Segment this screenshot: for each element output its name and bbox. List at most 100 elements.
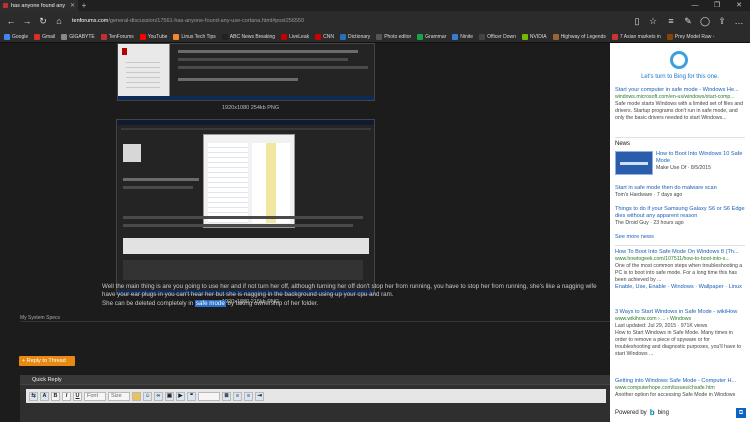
favorite-item[interactable]: YouTube	[139, 33, 167, 40]
news-item[interactable]: Start in safe mode then do malware scan …	[615, 185, 745, 199]
highlighted-search-term: safe mode	[194, 300, 226, 307]
editor-area	[123, 238, 369, 254]
search-result[interactable]: How To Boot Into Safe Mode On Windows 8 …	[615, 249, 745, 291]
favorite-item[interactable]: Ninite	[452, 33, 474, 40]
search-result[interactable]: Start your computer in safe mode - Windo…	[615, 87, 745, 122]
favorite-label: Gmail	[42, 33, 56, 40]
text-line	[123, 178, 199, 181]
favorite-item[interactable]: NVIDIA	[521, 33, 547, 40]
favorite-star-icon[interactable]: ☆	[646, 14, 660, 28]
new-tab-button[interactable]: +	[78, 1, 90, 10]
news-title[interactable]: Things to do if your Samsung Galaxy S6 o…	[615, 206, 745, 220]
favorite-favicon-icon	[34, 33, 41, 40]
address-bar[interactable]: tenforums.com/general-discussion/17561-h…	[68, 15, 628, 28]
indent-icon[interactable]: ⇥	[255, 391, 264, 401]
favorite-item[interactable]: Prey Model Raw -	[666, 33, 714, 40]
news-meta: Tom's Hardware · 7 days ago	[615, 192, 683, 198]
maximize-icon[interactable]: ❐	[706, 0, 728, 11]
news-title[interactable]: How to Boot Into Windows 10 Safe Mode	[656, 151, 745, 165]
size-select[interactable]: Size	[108, 391, 130, 401]
result-sitelinks[interactable]: Enable, Use, Enable · Windows · Wallpape…	[615, 284, 745, 291]
favorites-bar: Google Gmail GIGABYTE TenForums YouTube Linus…	[0, 31, 750, 43]
result-title[interactable]: 3 Ways to Start Windows in Safe Mode - w…	[615, 309, 745, 316]
remove-format-icon[interactable]: A	[40, 391, 49, 401]
favorite-favicon-icon	[479, 33, 486, 40]
cortana-icon[interactable]: ◯	[698, 14, 712, 28]
news-item[interactable]: Things to do if your Samsung Galaxy S6 o…	[615, 206, 745, 227]
favorite-item[interactable]: GIGABYTE	[61, 33, 95, 40]
news-thumbnail[interactable]	[615, 151, 653, 175]
align-left-icon[interactable]: ≡	[233, 391, 242, 401]
home-icon[interactable]: ⌂	[52, 14, 66, 28]
favorite-item[interactable]: Photo editor	[376, 33, 411, 40]
favorite-favicon-icon	[339, 33, 346, 40]
favorite-item[interactable]: Dictionary	[339, 33, 370, 40]
video-icon[interactable]: ▶	[176, 391, 185, 401]
favorite-item[interactable]: CNN	[315, 33, 334, 40]
align-center-icon[interactable]: ≡	[244, 391, 253, 401]
favorite-item[interactable]: Linus Tech Tips	[173, 33, 216, 40]
result-snippet: One of the most common steps when troubl…	[615, 263, 743, 283]
favorite-item[interactable]: LiveLeak	[281, 33, 309, 40]
attached-screenshot-2[interactable]	[116, 119, 375, 295]
post-text-line-3: She can be deleted completely in safe mo…	[102, 300, 318, 307]
italic-button[interactable]: I	[62, 391, 71, 401]
quote-icon[interactable]: ❝	[187, 391, 196, 401]
text-color-icon[interactable]	[132, 391, 141, 401]
forward-icon[interactable]: →	[20, 14, 34, 28]
reply-to-thread-button[interactable]: + Reply to Thread	[19, 356, 75, 366]
screenshot-content	[117, 120, 374, 294]
favorite-item[interactable]: Gmail	[34, 33, 56, 40]
favorite-item[interactable]: 7 Asian markets in	[611, 33, 661, 40]
underline-button[interactable]: U	[73, 391, 82, 401]
web-note-icon[interactable]: ✎	[681, 14, 695, 28]
favorite-item[interactable]: Grammar	[417, 33, 446, 40]
favorite-favicon-icon	[100, 33, 107, 40]
hub-icon[interactable]: ≡	[664, 14, 678, 28]
font-select[interactable]: Font	[84, 391, 106, 401]
image-icon[interactable]: ▣	[165, 391, 174, 401]
result-title[interactable]: How To Boot Into Safe Mode On Windows 8 …	[615, 249, 745, 256]
news-title[interactable]: Start in safe mode then do malware scan	[615, 185, 745, 192]
favorite-item[interactable]: Officer Down	[479, 33, 516, 40]
favorite-label: Ninite	[460, 33, 474, 40]
favorite-item[interactable]: Google	[4, 33, 28, 40]
favorite-label: Linus Tech Tips	[181, 33, 216, 40]
close-window-icon[interactable]: ✕	[728, 0, 750, 11]
favorite-item[interactable]: ABC News Breaking	[221, 33, 275, 40]
news-item[interactable]: How to Boot Into Windows 10 Safe Mode Ma…	[656, 151, 745, 172]
favorite-favicon-icon	[376, 33, 383, 40]
link-icon[interactable]: ∞	[154, 391, 163, 401]
calendar-panel	[118, 44, 170, 100]
quick-reply-header[interactable]: Quick Reply	[20, 375, 610, 384]
more-icon[interactable]: …	[732, 14, 746, 28]
list-icon[interactable]: ≣	[222, 391, 231, 401]
text-line	[178, 78, 298, 81]
browser-chrome	[117, 120, 374, 125]
attached-screenshot-1[interactable]	[117, 43, 375, 101]
bing-logo-icon: b	[649, 408, 655, 417]
back-icon[interactable]: ←	[4, 14, 18, 28]
close-tab-icon[interactable]: ✕	[70, 2, 75, 9]
see-more-news-link[interactable]: See more news	[615, 234, 745, 241]
search-result[interactable]: 3 Ways to Start Windows in Safe Mode - w…	[615, 309, 745, 358]
reading-view-icon[interactable]: ▯	[630, 14, 644, 28]
open-in-new-tab-icon[interactable]: ⧉	[736, 408, 746, 418]
smiley-icon[interactable]: ☺	[143, 391, 152, 401]
result-title[interactable]: Start your computer in safe mode - Windo…	[615, 87, 745, 94]
refresh-icon[interactable]: ↻	[36, 14, 50, 28]
spoiler-select[interactable]	[198, 391, 220, 401]
result-title[interactable]: Getting into Windows Safe Mode - Compute…	[615, 378, 745, 385]
search-result[interactable]: Getting into Windows Safe Mode - Compute…	[615, 378, 745, 399]
minimize-icon[interactable]: —	[684, 0, 706, 11]
screenshot-content	[118, 44, 374, 100]
switch-editor-icon[interactable]: ⇆	[29, 391, 38, 401]
tab-active[interactable]: has anyone found any u ✕	[0, 0, 78, 11]
see-more-label[interactable]: See more news	[615, 234, 745, 241]
cortana-title: Let's turn to Bing for this one.	[641, 74, 719, 80]
system-specs-toggle[interactable]: My System Specs	[20, 315, 610, 322]
share-icon[interactable]: ⇪	[715, 14, 729, 28]
favorite-item[interactable]: TenForums	[100, 33, 134, 40]
favorite-item[interactable]: Highway of Legends	[552, 33, 606, 40]
bold-button[interactable]: B	[51, 391, 60, 401]
